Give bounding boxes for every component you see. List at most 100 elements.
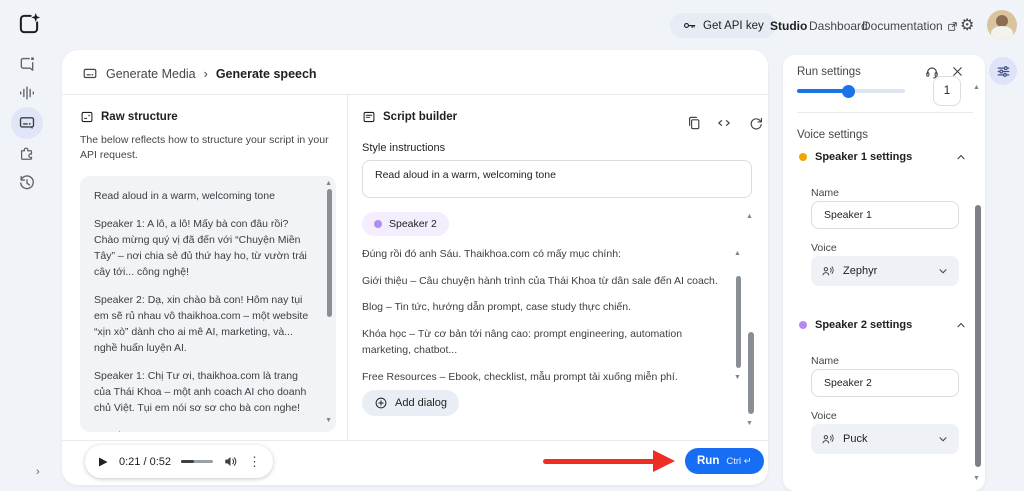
dialog-paragraph: Free Resources – Ebook, checklist, mẫu p… xyxy=(362,370,678,383)
panel-scrollbar-thumb[interactable] xyxy=(748,332,754,414)
settings-gear-icon[interactable]: ⚙ xyxy=(960,15,974,35)
dialog-paragraph: Blog – Tin tức, hướng dẫn prompt, case s… xyxy=(362,301,632,313)
raw-paragraph: Read aloud in a warm, welcoming tone xyxy=(94,190,275,202)
voice-over-icon xyxy=(821,432,835,446)
speaker-1-voice-select[interactable]: Zephyr xyxy=(811,256,959,286)
speaker-2-settings-title: Speaker 2 settings xyxy=(815,319,913,331)
external-link-icon xyxy=(947,21,958,32)
code-icon[interactable] xyxy=(716,115,734,133)
run-settings-toggle-button[interactable] xyxy=(989,57,1017,85)
speaker-2-dot xyxy=(374,220,382,228)
sidebar-item-generate-media[interactable] xyxy=(18,114,36,132)
nav-documentation[interactable]: Documentation xyxy=(862,19,958,33)
speaker-2-settings-header[interactable]: Speaker 2 settings xyxy=(799,319,967,331)
speaker-1-name-label: Name xyxy=(811,187,840,199)
settings-scroll-up-icon[interactable]: ▲ xyxy=(973,84,980,91)
audio-player: 0:21 / 0:52 ⋮ xyxy=(85,445,273,478)
bottom-divider xyxy=(62,440,768,441)
raw-scrollbar-thumb[interactable] xyxy=(327,189,332,317)
key-icon xyxy=(682,18,697,33)
raw-scroll-down-icon[interactable]: ▼ xyxy=(325,417,332,424)
more-options-icon[interactable]: ⋮ xyxy=(248,454,261,470)
playback-time: 0:21 / 0:52 xyxy=(119,455,171,468)
sidebar-item-chat[interactable] xyxy=(18,55,36,73)
progress-fill xyxy=(181,460,195,463)
raw-structure-textarea[interactable]: Read aloud in a warm, welcoming tone Spe… xyxy=(80,176,336,432)
speaker-2-chip[interactable]: Speaker 2 xyxy=(362,212,449,236)
run-settings-title: Run settings xyxy=(797,66,861,78)
voice-settings-label: Voice settings xyxy=(797,129,868,141)
nav-documentation-label: Documentation xyxy=(862,19,943,33)
speaker-2-name-input[interactable]: Speaker 2 xyxy=(811,369,959,397)
script-builder-title: Script builder xyxy=(383,111,458,123)
speaker-2-voice-select[interactable]: Puck xyxy=(811,424,959,454)
dialog-paragraph: Giới thiệu – Câu chuyện hành trình của T… xyxy=(362,274,718,287)
run-shortcut: Ctrl ↵ xyxy=(726,455,752,467)
progress-bar[interactable] xyxy=(181,460,213,463)
raw-paragraph: Speaker 2: xyxy=(94,428,314,432)
speaker-2-voice-label: Voice xyxy=(811,410,837,422)
raw-structure-description: The below reflects how to structure your… xyxy=(80,134,329,161)
raw-structure-header: Raw structure xyxy=(80,110,178,124)
dialog-scrollbar-thumb[interactable] xyxy=(736,276,741,368)
script-builder-header: Script builder xyxy=(362,110,457,124)
speaker-1-dot xyxy=(799,153,807,161)
settings-scroll-down-icon[interactable]: ▼ xyxy=(973,475,980,482)
chevron-up-icon xyxy=(955,319,967,331)
run-button[interactable]: Run Ctrl ↵ xyxy=(685,448,764,474)
volume-icon[interactable] xyxy=(223,454,238,469)
get-api-key-button[interactable]: Get API key xyxy=(670,13,776,38)
play-icon[interactable] xyxy=(97,456,109,468)
sidebar-item-build[interactable] xyxy=(18,144,36,162)
breadcrumb-parent[interactable]: Generate Media xyxy=(106,67,196,81)
chevron-down-icon xyxy=(937,433,949,445)
refresh-icon[interactable] xyxy=(748,115,766,133)
dialog-paragraph: Đúng rồi đó anh Sáu. Thaikhoa.com có mấy… xyxy=(362,248,621,260)
avatar-body xyxy=(991,26,1013,40)
raw-paragraph: Speaker 1: A lô, a lô! Mấy bà con đâu rồ… xyxy=(94,218,307,278)
raw-structure-title: Raw structure xyxy=(101,111,178,123)
breadcrumb: Generate Media › Generate speech xyxy=(82,66,317,82)
script-builder-icon xyxy=(362,110,376,124)
slider-fill xyxy=(797,89,848,93)
speaker-1-settings-header[interactable]: Speaker 1 settings xyxy=(799,151,967,163)
header-divider xyxy=(62,94,768,95)
voice-over-icon xyxy=(821,264,835,278)
style-instructions-input[interactable]: Read aloud in a warm, welcoming tone xyxy=(362,160,752,198)
enter-key-icon: ↵ xyxy=(743,455,752,467)
raw-structure-icon xyxy=(80,110,94,124)
panel-scroll-up-icon[interactable]: ▲ xyxy=(746,213,753,220)
add-dialog-label: Add dialog xyxy=(395,397,447,409)
temperature-slider[interactable] xyxy=(797,84,905,98)
temperature-value-input[interactable]: 1 xyxy=(933,76,961,106)
get-api-key-label: Get API key xyxy=(703,19,764,32)
sidebar-expand-chevron[interactable]: › xyxy=(36,466,40,478)
dialog-text-block[interactable]: Đúng rồi đó anh Sáu. Thaikhoa.com có mấy… xyxy=(362,246,730,385)
copy-icon[interactable] xyxy=(686,115,704,133)
dialog-scroll-down-icon[interactable]: ▼ xyxy=(734,374,741,381)
app-logo[interactable] xyxy=(16,11,42,37)
add-icon xyxy=(374,396,388,410)
generate-media-icon xyxy=(82,66,98,82)
speaker-1-name-input[interactable]: Speaker 1 xyxy=(811,201,959,229)
raw-paragraph: Speaker 1: Chị Tư ơi, thaikhoa.com là tr… xyxy=(94,370,307,414)
speaker-1-settings-title: Speaker 1 settings xyxy=(815,151,913,163)
style-instructions-label: Style instructions xyxy=(362,142,446,154)
slider-thumb[interactable] xyxy=(842,84,855,98)
nav-dashboard[interactable]: Dashboard xyxy=(809,19,868,33)
add-dialog-button[interactable]: Add dialog xyxy=(362,390,459,416)
speaker-1-voice-label: Voice xyxy=(811,242,837,254)
sidebar-item-history[interactable] xyxy=(18,174,36,192)
raw-scroll-up-icon[interactable]: ▲ xyxy=(325,180,332,187)
speaker-2-voice-value: Puck xyxy=(843,433,868,445)
settings-scrollbar-thumb[interactable] xyxy=(975,205,981,467)
user-avatar[interactable] xyxy=(987,10,1017,40)
dialog-paragraph: Khóa học – Từ cơ bản tới nâng cao: promp… xyxy=(362,327,683,357)
dialog-scroll-up-icon[interactable]: ▲ xyxy=(734,250,741,257)
settings-divider xyxy=(797,112,973,113)
breadcrumb-current: Generate speech xyxy=(215,67,317,81)
column-divider xyxy=(347,94,348,440)
nav-studio[interactable]: Studio xyxy=(770,19,807,33)
sidebar-item-stream[interactable] xyxy=(18,84,36,102)
panel-scroll-down-icon[interactable]: ▼ xyxy=(746,420,753,427)
